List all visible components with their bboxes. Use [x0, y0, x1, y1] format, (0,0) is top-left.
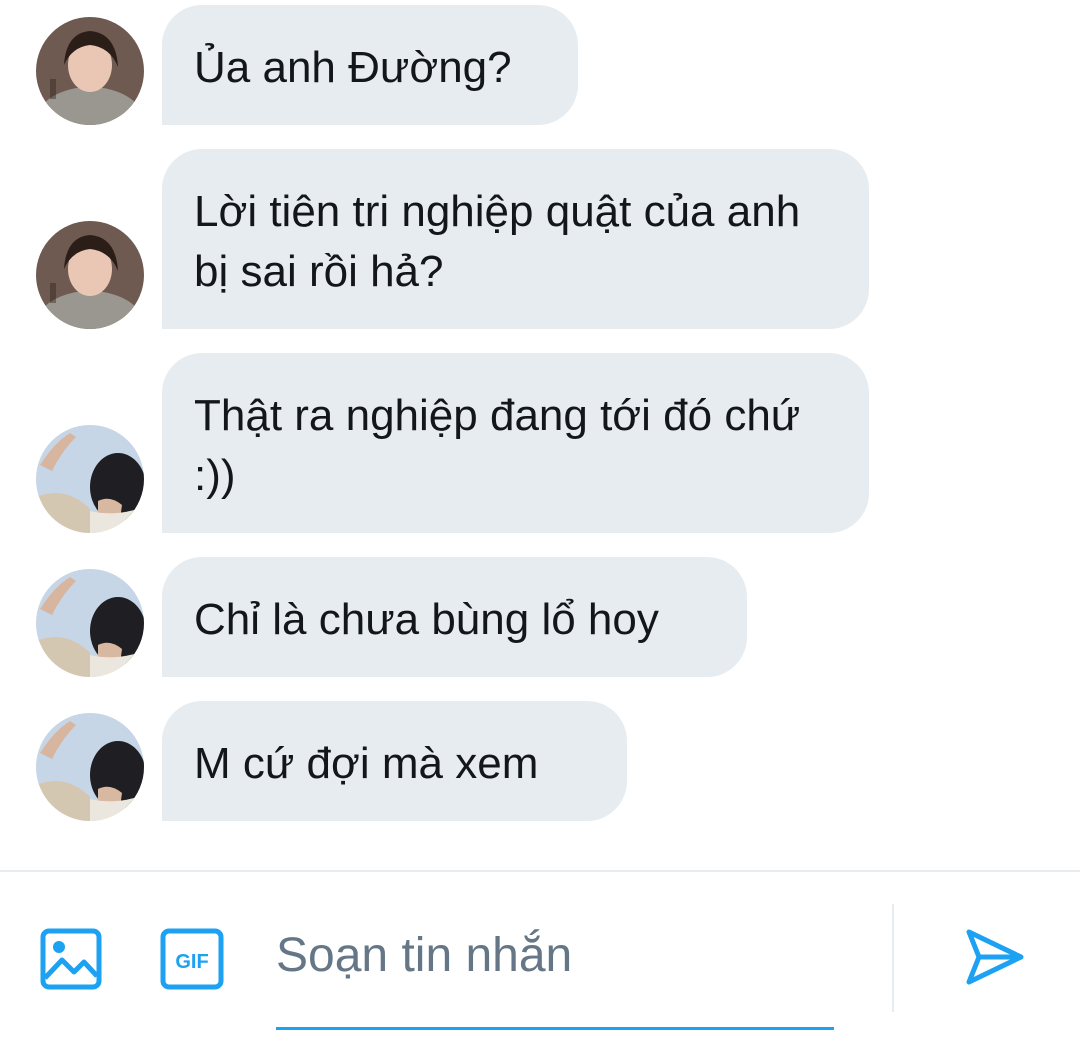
- message-bubble[interactable]: Lời tiên tri nghiệp quật của anh bị sai …: [162, 149, 869, 329]
- message-text: Lời tiên tri nghiệp quật của anh bị sai …: [194, 187, 801, 296]
- avatar[interactable]: [36, 17, 144, 125]
- message-text: M cứ đợi mà xem: [194, 739, 539, 788]
- send-button[interactable]: [964, 926, 1028, 990]
- message-input-container: [276, 912, 834, 1030]
- dm-conversation-screen: Ủa anh Đường? Lời tiên tri nghiệp quật c…: [0, 0, 1080, 1037]
- message-input[interactable]: [276, 912, 834, 998]
- message-text: Chỉ là chưa bùng lổ hoy: [194, 595, 659, 644]
- gif-button[interactable]: GIF: [160, 928, 224, 992]
- composer-divider: [892, 904, 894, 1012]
- message-text: Ủa anh Đường?: [194, 43, 512, 92]
- message-text: Thật ra nghiệp đang tới đó chứ :)): [194, 391, 801, 500]
- avatar[interactable]: [36, 713, 144, 821]
- message-composer: GIF: [0, 870, 1080, 1037]
- input-underline: [276, 1027, 834, 1030]
- message-bubble[interactable]: M cứ đợi mà xem: [162, 701, 627, 821]
- send-icon: [966, 929, 1024, 985]
- avatar[interactable]: [36, 425, 144, 533]
- gif-label: GIF: [175, 951, 208, 973]
- image-icon: [40, 928, 102, 990]
- message-bubble[interactable]: Thật ra nghiệp đang tới đó chứ :)): [162, 353, 869, 533]
- gif-icon: GIF: [160, 928, 224, 990]
- avatar[interactable]: [36, 221, 144, 329]
- avatar[interactable]: [36, 569, 144, 677]
- image-button[interactable]: [40, 928, 104, 992]
- message-bubble[interactable]: Ủa anh Đường?: [162, 5, 578, 125]
- message-bubble[interactable]: Chỉ là chưa bùng lổ hoy: [162, 557, 747, 677]
